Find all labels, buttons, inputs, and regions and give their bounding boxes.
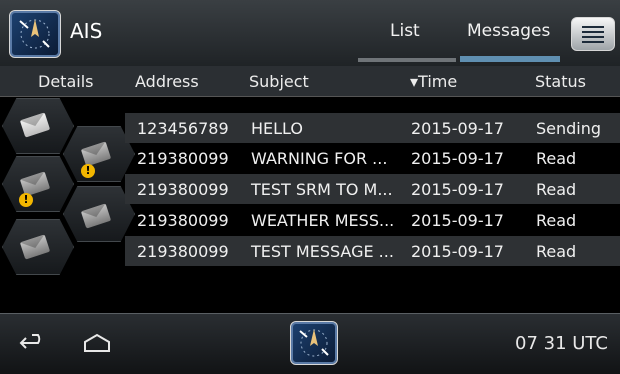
warning-icon: !	[19, 193, 33, 207]
cell-address: 219380099	[137, 242, 229, 261]
header-address[interactable]: Address	[135, 72, 199, 91]
table-row[interactable]: 219380099 TEST SRM TO M... 2015-09-17 Re…	[125, 174, 620, 204]
cell-status: Read	[536, 242, 577, 261]
cell-address: 219380099	[137, 211, 229, 230]
menu-icon[interactable]	[571, 17, 615, 51]
top-bar: AIS List Messages	[0, 0, 620, 67]
details-column: ! !	[0, 96, 135, 304]
cell-status: Read	[536, 180, 577, 199]
cell-address: 123456789	[137, 119, 229, 138]
tab-messages-indicator	[460, 56, 560, 62]
tab-messages[interactable]: Messages	[467, 21, 550, 41]
cell-subject: HELLO	[251, 119, 303, 138]
cell-time: 2015-09-17	[411, 211, 504, 230]
tab-list[interactable]: List	[390, 21, 420, 41]
ais-compass-icon[interactable]	[290, 321, 338, 365]
cell-status: Sending	[536, 119, 602, 138]
ais-compass-icon[interactable]	[9, 10, 61, 58]
table-row[interactable]: 123456789 HELLO 2015-09-17 Sending	[125, 113, 620, 143]
back-icon[interactable]	[18, 332, 48, 354]
cell-time: 2015-09-17	[411, 242, 504, 261]
cell-time: 2015-09-17	[411, 149, 504, 168]
cell-subject: TEST MESSAGE ...	[251, 242, 394, 261]
cell-address: 219380099	[137, 180, 229, 199]
cell-subject: WARNING FOR ...	[251, 149, 388, 168]
cell-subject: TEST SRM TO M...	[251, 180, 393, 199]
tab-list-indicator	[358, 58, 456, 62]
cell-time: 2015-09-17	[411, 180, 504, 199]
warning-icon: !	[81, 164, 95, 178]
header-status[interactable]: Status	[535, 72, 586, 91]
header-time-sorted[interactable]: ▾Time	[410, 72, 457, 91]
cell-time: 2015-09-17	[411, 119, 504, 138]
home-icon[interactable]	[81, 332, 113, 354]
utc-clock: 07 31 UTC	[515, 333, 608, 354]
app-title: AIS	[70, 19, 103, 43]
header-details[interactable]: Details	[38, 72, 93, 91]
cell-status: Read	[536, 211, 577, 230]
navigation-bar: 07 31 UTC	[0, 313, 620, 374]
cell-subject: WEATHER MESS...	[251, 211, 395, 230]
header-subject[interactable]: Subject	[249, 72, 309, 91]
table-row[interactable]: 219380099 TEST MESSAGE ... 2015-09-17 Re…	[125, 236, 620, 266]
table-header: Details Address Subject ▾Time Status	[0, 66, 620, 97]
cell-status: Read	[536, 149, 577, 168]
table-row[interactable]: 219380099 WARNING FOR ... 2015-09-17 Rea…	[125, 143, 620, 173]
table-row[interactable]: 219380099 WEATHER MESS... 2015-09-17 Rea…	[125, 205, 620, 235]
cell-address: 219380099	[137, 149, 229, 168]
